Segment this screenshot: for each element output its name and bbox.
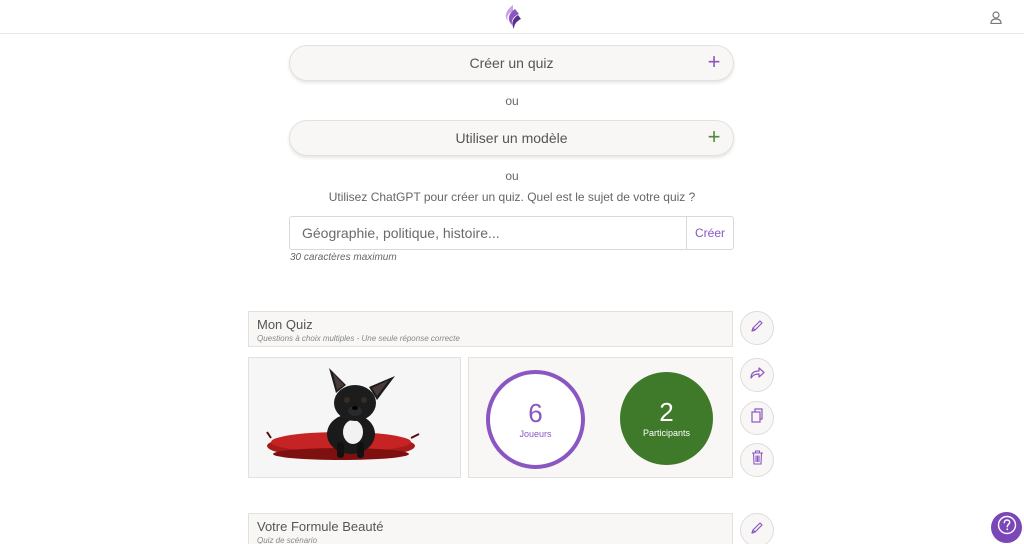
help-button[interactable]: [991, 512, 1022, 543]
share-button[interactable]: [740, 358, 774, 392]
edit-icon: [750, 521, 764, 540]
brand-logo-icon[interactable]: [500, 4, 524, 30]
user-icon[interactable]: [986, 8, 1006, 26]
quiz-title: Mon Quiz: [257, 317, 313, 332]
plus-icon: +: [707, 124, 721, 149]
delete-icon: [751, 450, 764, 470]
chatgpt-topic-input[interactable]: [290, 217, 686, 249]
quiz-title-box[interactable]: Votre Formule Beauté Quiz de scénario: [248, 513, 733, 544]
delete-button[interactable]: [740, 443, 774, 477]
players-label: Joueurs: [519, 428, 552, 439]
participants-count: 2: [659, 396, 674, 427]
players-counter[interactable]: 6 Joueurs: [486, 370, 585, 469]
quiz-subtitle: Quiz de scénario: [257, 536, 318, 544]
quiz-stats-panel: 6 Joueurs 2 Participants: [468, 357, 733, 478]
chatgpt-max-chars-hint: 30 caractères maximum: [290, 252, 397, 263]
quiz-title-box[interactable]: Mon Quiz Questions à choix multiples - U…: [248, 311, 733, 347]
edit-icon: [750, 319, 764, 338]
duplicate-icon: [750, 408, 764, 428]
quiz-subtitle: Questions à choix multiples - Une seule …: [257, 334, 460, 343]
share-icon: [749, 366, 765, 385]
edit-button[interactable]: [740, 311, 774, 345]
quiz-cover-image[interactable]: [248, 357, 461, 478]
create-quiz-label: Créer un quiz: [469, 55, 554, 71]
chatgpt-create-button[interactable]: Créer: [686, 217, 733, 249]
create-quiz-button[interactable]: Créer un quiz +: [289, 45, 734, 81]
duplicate-button[interactable]: [740, 401, 774, 435]
plus-icon: +: [707, 49, 721, 74]
chatgpt-topic-row: Créer: [289, 216, 734, 250]
separator-text: ou: [505, 94, 519, 108]
chatgpt-prompt-text: Utilisez ChatGPT pour créer un quiz. Que…: [328, 190, 696, 204]
use-template-label: Utiliser un modèle: [455, 130, 568, 146]
separator-text: ou: [505, 169, 519, 183]
use-template-button[interactable]: Utiliser un modèle +: [289, 120, 734, 156]
quiz-title: Votre Formule Beauté: [257, 519, 384, 534]
players-count: 6: [528, 397, 543, 428]
help-question-icon: [997, 515, 1017, 540]
top-bar: [0, 0, 1024, 34]
participants-label: Participants: [642, 427, 691, 438]
participants-counter[interactable]: 2 Participants: [620, 372, 713, 465]
edit-button[interactable]: [740, 513, 774, 544]
